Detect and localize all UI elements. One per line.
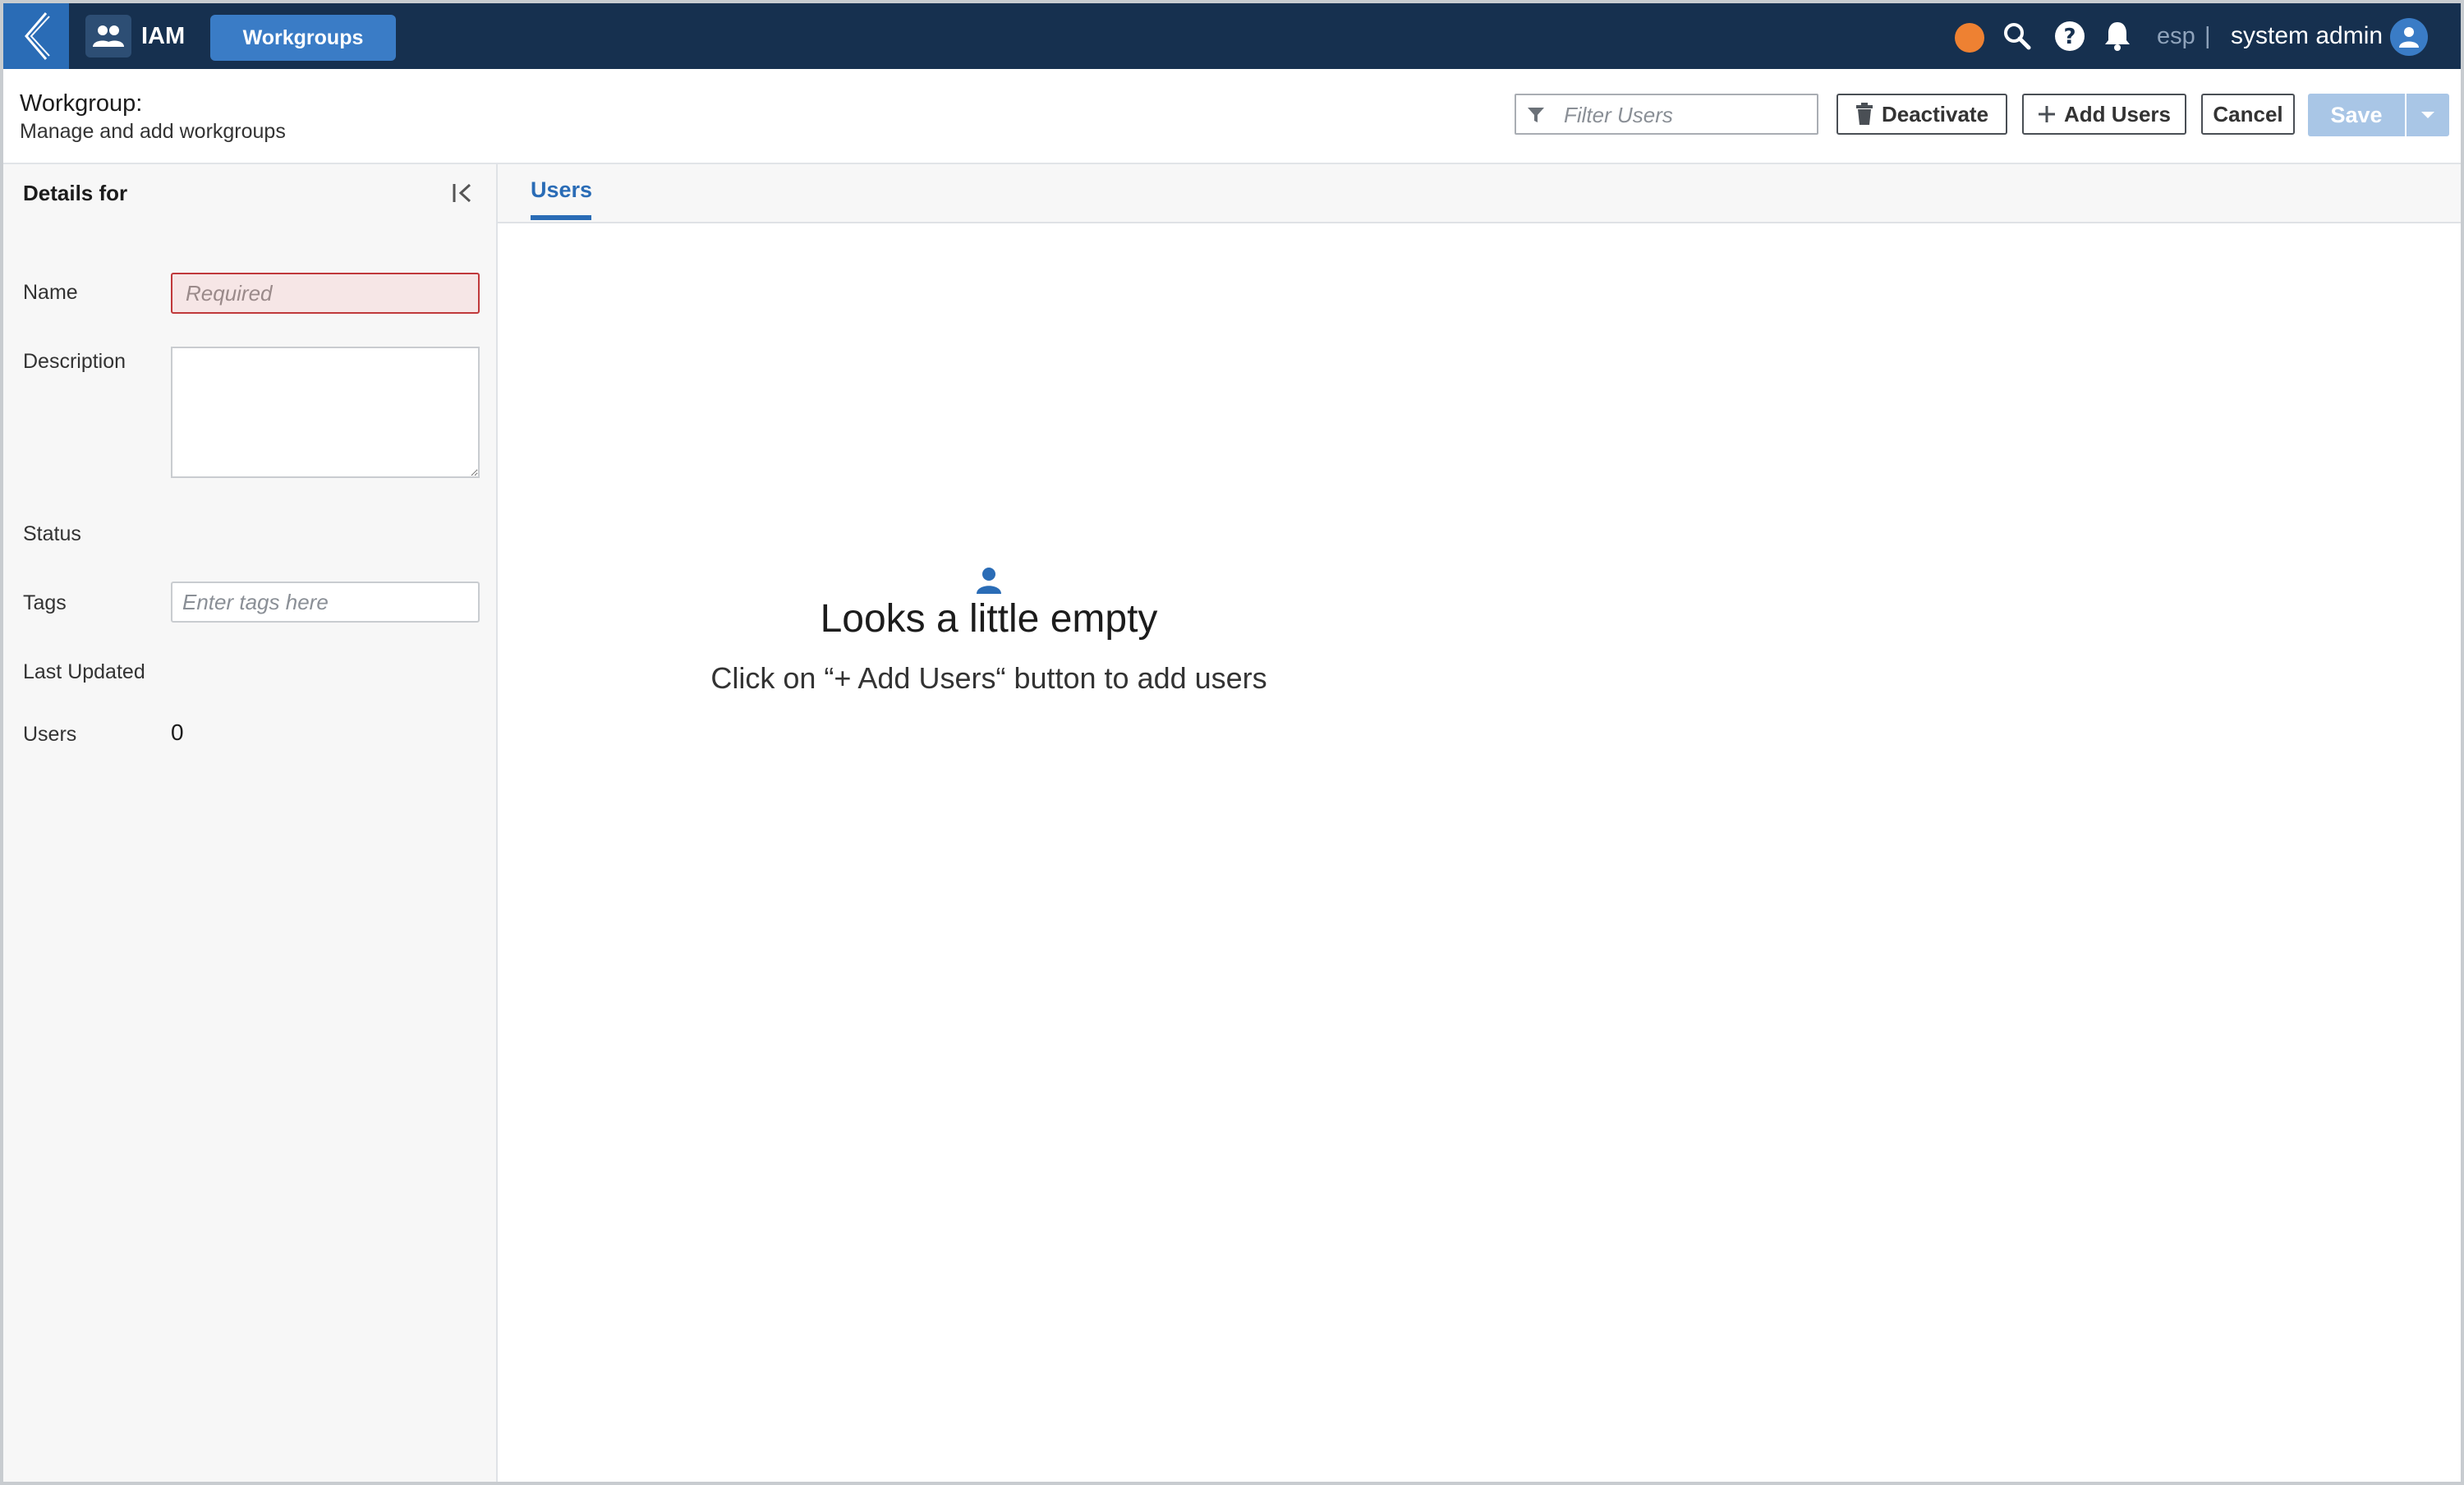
last-updated-label: Last Updated	[23, 660, 145, 683]
save-button[interactable]: Save	[2308, 94, 2405, 136]
empty-state-title: Looks a little empty	[820, 597, 1158, 641]
add-users-button[interactable]: Add Users	[2022, 94, 2186, 135]
caret-down-icon	[2421, 112, 2434, 118]
main-content: Users Looks a little empty Click on “+ A…	[498, 164, 2461, 1482]
user-menu-name[interactable]: system admin	[2231, 3, 2383, 69]
add-users-label: Add Users	[2063, 101, 2172, 126]
page-title: Workgroup:	[20, 90, 143, 117]
filter-users-field[interactable]	[1515, 94, 1818, 135]
svg-text:?: ?	[2063, 25, 2076, 49]
search-icon[interactable]	[2001, 20, 2034, 53]
language-selector[interactable]: esp	[2157, 3, 2195, 69]
tab-users[interactable]: Users	[531, 177, 592, 203]
deactivate-button[interactable]: Deactivate	[1837, 94, 2007, 135]
cancel-label: Cancel	[2213, 101, 2283, 126]
back-button[interactable]	[3, 3, 69, 69]
empty-state: Looks a little empty Click on “+ Add Use…	[498, 567, 1480, 696]
description-textarea[interactable]	[171, 347, 480, 478]
notifications-bell-icon[interactable]	[2101, 20, 2134, 53]
users-label: Users	[23, 723, 77, 746]
users-group-icon[interactable]	[85, 15, 131, 57]
active-tab-indicator	[531, 215, 591, 220]
status-label: Status	[23, 522, 81, 545]
deactivate-label: Deactivate	[1881, 101, 1989, 126]
filter-icon	[1526, 105, 1546, 129]
status-indicator[interactable]	[1955, 23, 1984, 53]
name-label: Name	[23, 281, 78, 304]
details-panel: Details for Name Description Status Tags…	[3, 164, 498, 1482]
tab-bar: Users	[498, 164, 2461, 223]
trash-icon	[1855, 103, 1873, 125]
divider: |	[2204, 23, 2211, 49]
tab-workgroups[interactable]: Workgroups	[210, 15, 396, 61]
cancel-button[interactable]: Cancel	[2201, 94, 2295, 135]
app-name[interactable]: IAM	[141, 3, 185, 69]
users-count-value: 0	[171, 720, 184, 745]
save-options-dropdown[interactable]	[2407, 94, 2449, 136]
person-icon	[498, 567, 1480, 595]
name-input[interactable]	[171, 273, 480, 314]
page-header: Workgroup: Manage and add workgroups Dea…	[3, 69, 2461, 164]
description-label: Description	[23, 350, 126, 373]
filter-users-input[interactable]	[1562, 99, 1812, 131]
page-subtitle: Manage and add workgroups	[20, 120, 286, 143]
help-icon[interactable]: ?	[2053, 20, 2086, 53]
tags-input[interactable]	[171, 582, 480, 623]
details-panel-title: Details for	[23, 181, 128, 205]
avatar[interactable]	[2390, 18, 2428, 56]
plus-icon	[2038, 106, 2055, 122]
collapse-panel-icon[interactable]	[450, 181, 475, 209]
empty-state-message: Click on “+ Add Users“ button to add use…	[710, 661, 1267, 695]
tags-label: Tags	[23, 591, 67, 614]
person-icon	[2399, 27, 2419, 48]
app-window: IAM Workgroups ? esp | system admin Work…	[3, 3, 2461, 1482]
top-navigation-bar: IAM Workgroups ? esp | system admin	[3, 3, 2461, 69]
chevron-left-icon	[25, 12, 50, 60]
